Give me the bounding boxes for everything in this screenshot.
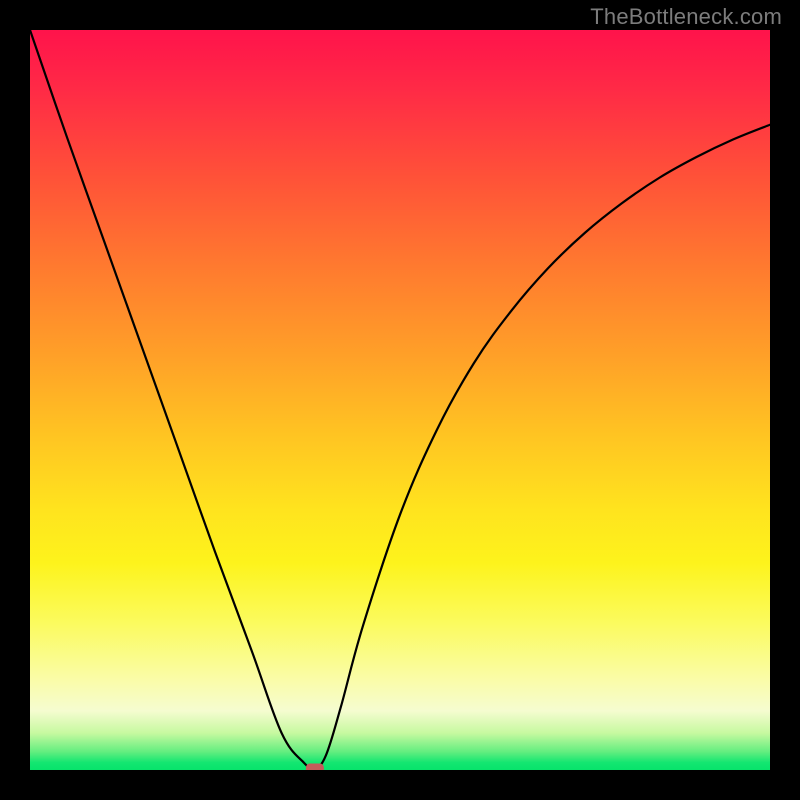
minimum-marker: [306, 764, 324, 770]
watermark-text: TheBottleneck.com: [590, 4, 782, 30]
chart-container: TheBottleneck.com: [0, 0, 800, 800]
curve-svg: [30, 30, 770, 770]
plot-area: [30, 30, 770, 770]
bottleneck-curve: [30, 30, 770, 769]
